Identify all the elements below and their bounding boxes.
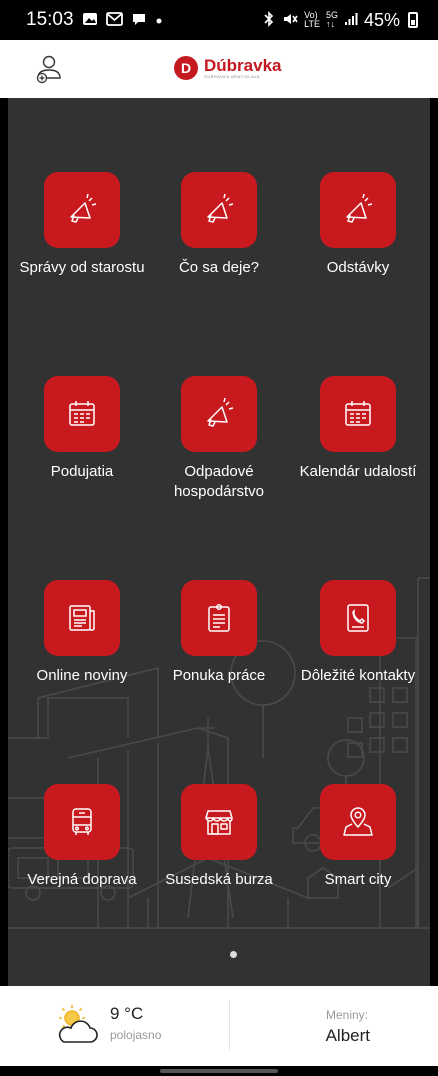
chat-icon	[131, 11, 147, 30]
tile-button[interactable]	[181, 784, 257, 860]
gallery-icon	[82, 11, 98, 30]
weather-temperature: 9 °C	[110, 1004, 144, 1023]
megaphone-icon	[346, 193, 373, 223]
status-bar: 15:03 Vo) LTE 5G ↑↓ 45%	[0, 0, 438, 40]
tile-dolezite-kontakty[interactable]: Dôležité kontakty	[284, 580, 430, 686]
tile-label: Odstávky	[326, 259, 390, 276]
shop-icon	[205, 810, 233, 835]
tile-button[interactable]	[181, 172, 257, 248]
logo-text: Dúbravka DÚBRAVKA BRATISLAVA	[204, 57, 281, 80]
tile-label: Smart city	[324, 871, 392, 888]
signal-icon	[344, 12, 358, 29]
status-right: Vo) LTE 5G ↑↓ 45%	[262, 10, 418, 31]
partly-cloudy-icon	[54, 1004, 100, 1046]
bus-icon	[72, 808, 92, 835]
calendar-icon	[345, 401, 371, 426]
main-grid-area: Správy od starostu Čo sa deje? Odstávky …	[8, 98, 430, 986]
5g-icon: 5G ↑↓	[326, 11, 338, 29]
megaphone-icon	[207, 193, 234, 223]
tile-button[interactable]	[44, 172, 120, 248]
tile-verejna-doprava[interactable]: Verejná doprava	[8, 784, 156, 890]
newspaper-icon	[69, 605, 95, 631]
info-divider	[229, 1000, 230, 1050]
tile-label: Odpadové hospodárstvo	[173, 463, 265, 500]
calendar-icon	[69, 401, 95, 426]
tile-label: Čo sa deje?	[178, 259, 260, 276]
tile-kalendar-udalosti[interactable]: Kalendár udalostí	[284, 376, 430, 482]
volte-icon: Vo) LTE	[304, 11, 320, 29]
logo-name: Dúbravka	[204, 55, 282, 75]
tile-ponuka-prace[interactable]: Ponuka práce	[145, 580, 293, 686]
tile-odstavky[interactable]: Odstávky	[284, 172, 430, 278]
home-gesture-pill[interactable]	[160, 1069, 278, 1073]
tile-button[interactable]	[320, 376, 396, 452]
tile-label: Verejná doprava	[27, 871, 137, 888]
battery-icon	[408, 12, 418, 28]
tile-label: Dôležité kontakty	[300, 667, 416, 684]
battery-percent: 45%	[363, 9, 400, 30]
tile-button[interactable]	[181, 580, 257, 656]
bluetooth-icon	[262, 10, 276, 30]
tile-odpadove-hospodarstvo[interactable]: Odpadové hospodárstvo	[145, 376, 293, 502]
app-header: D Dúbravka DÚBRAVKA BRATISLAVA	[0, 40, 438, 98]
tile-button[interactable]	[181, 376, 257, 452]
status-time: 15:03	[26, 9, 74, 30]
logo-subtitle: DÚBRAVKA BRATISLAVA	[204, 73, 260, 79]
status-left: 15:03	[26, 9, 163, 31]
gmail-icon	[105, 11, 123, 29]
tile-label: Správy od starostu	[19, 259, 145, 276]
megaphone-icon	[207, 397, 234, 427]
mute-icon	[282, 11, 298, 30]
tile-label: Kalendár udalostí	[299, 463, 417, 480]
dot-icon	[155, 12, 163, 28]
tile-button[interactable]	[44, 376, 120, 452]
map-pin-icon	[343, 807, 373, 836]
tile-button[interactable]	[320, 580, 396, 656]
tile-button[interactable]	[320, 172, 396, 248]
tile-label: Online noviny	[36, 667, 128, 684]
tile-podujatia[interactable]: Podujatia	[8, 376, 156, 482]
tile-button[interactable]	[320, 784, 396, 860]
net-bottom: ↑↓	[325, 19, 335, 29]
tile-label: Ponuka práce	[172, 667, 266, 684]
tile-susedska-burza[interactable]: Susedská burza	[145, 784, 293, 890]
tile-button[interactable]	[44, 580, 120, 656]
tile-spravy-od-starostu[interactable]: Správy od starostu	[8, 172, 156, 278]
pagination-dot[interactable]	[230, 951, 237, 958]
tile-co-sa-deje[interactable]: Čo sa deje?	[145, 172, 293, 278]
logo-mark: D	[174, 56, 198, 80]
nameday-name: Albert	[325, 1026, 370, 1045]
volte-bottom: LTE	[304, 19, 320, 29]
weather-condition: polojasno	[110, 1028, 162, 1042]
tile-smart-city[interactable]: Smart city	[284, 784, 430, 890]
tile-label: Podujatia	[50, 463, 114, 480]
user-add-icon[interactable]	[34, 54, 64, 84]
clipboard-icon	[208, 604, 230, 632]
app-logo: D Dúbravka DÚBRAVKA BRATISLAVA	[174, 56, 281, 80]
nameday-label: Meniny:	[325, 1008, 368, 1022]
megaphone-icon	[70, 193, 97, 223]
info-panel: 9 °C polojasno Meniny: Albert	[0, 986, 438, 1066]
phone-card-icon	[347, 604, 369, 632]
tile-button[interactable]	[44, 784, 120, 860]
tile-label: Susedská burza	[165, 871, 273, 888]
system-nav-bar	[0, 1066, 438, 1076]
tile-online-noviny[interactable]: Online noviny	[8, 580, 156, 686]
